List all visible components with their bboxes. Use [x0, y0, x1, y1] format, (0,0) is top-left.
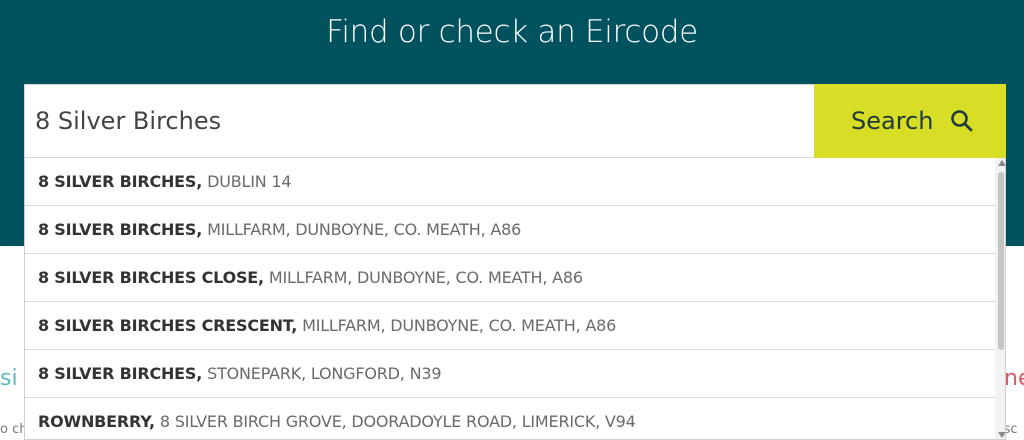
suggestion-secondary: MILLFARM, DUNBOYNE, CO. MEATH, A86: [207, 220, 522, 239]
background-text-fragment: si: [0, 366, 18, 391]
suggestion-primary: 8 SILVER BIRCHES,: [38, 220, 203, 239]
search-button-label: Search: [851, 107, 934, 135]
suggestion-item[interactable]: 8 SILVER BIRCHES CLOSE, MILLFARM, DUNBOY…: [25, 254, 995, 302]
scroll-down-arrow-icon[interactable]: [998, 432, 1005, 438]
suggestion-item[interactable]: 8 SILVER BIRCHES, STONEPARK, LONGFORD, N…: [25, 350, 995, 398]
search-input[interactable]: [24, 84, 814, 158]
suggestion-item[interactable]: 8 SILVER BIRCHES, MILLFARM, DUNBOYNE, CO…: [25, 206, 995, 254]
scrollbar-thumb[interactable]: [998, 172, 1004, 350]
suggestion-item[interactable]: 8 SILVER BIRCHES, DUBLIN 14: [25, 158, 995, 206]
suggestion-primary: 8 SILVER BIRCHES,: [38, 172, 203, 191]
suggestion-secondary: 8 SILVER BIRCH GROVE, DOORADOYLE ROAD, L…: [159, 412, 636, 431]
search-icon: [949, 108, 975, 134]
suggestion-secondary: MILLFARM, DUNBOYNE, CO. MEATH, A86: [302, 316, 617, 335]
background-text-fragment: ne: [1004, 366, 1024, 391]
search-bar: Search: [24, 84, 1006, 158]
suggestion-item[interactable]: 8 SILVER BIRCHES CRESCENT, MILLFARM, DUN…: [25, 302, 995, 350]
suggestion-primary: 8 SILVER BIRCHES CRESCENT,: [38, 316, 298, 335]
scroll-up-arrow-icon[interactable]: [998, 160, 1005, 166]
search-button[interactable]: Search: [814, 84, 1006, 158]
suggestion-item[interactable]: ROWNBERRY, 8 SILVER BIRCH GROVE, DOORADO…: [25, 398, 995, 439]
suggestions-dropdown: 8 SILVER BIRCHES, DUBLIN 14 8 SILVER BIR…: [24, 158, 1006, 440]
suggestion-secondary: STONEPARK, LONGFORD, N39: [207, 364, 442, 383]
suggestion-secondary: MILLFARM, DUNBOYNE, CO. MEATH, A86: [268, 268, 583, 287]
suggestion-secondary: DUBLIN 14: [207, 172, 292, 191]
suggestion-primary: 8 SILVER BIRCHES CLOSE,: [38, 268, 264, 287]
suggestion-primary: 8 SILVER BIRCHES,: [38, 364, 203, 383]
page-title: Find or check an Eircode: [326, 14, 698, 50]
suggestion-primary: ROWNBERRY,: [38, 412, 155, 431]
